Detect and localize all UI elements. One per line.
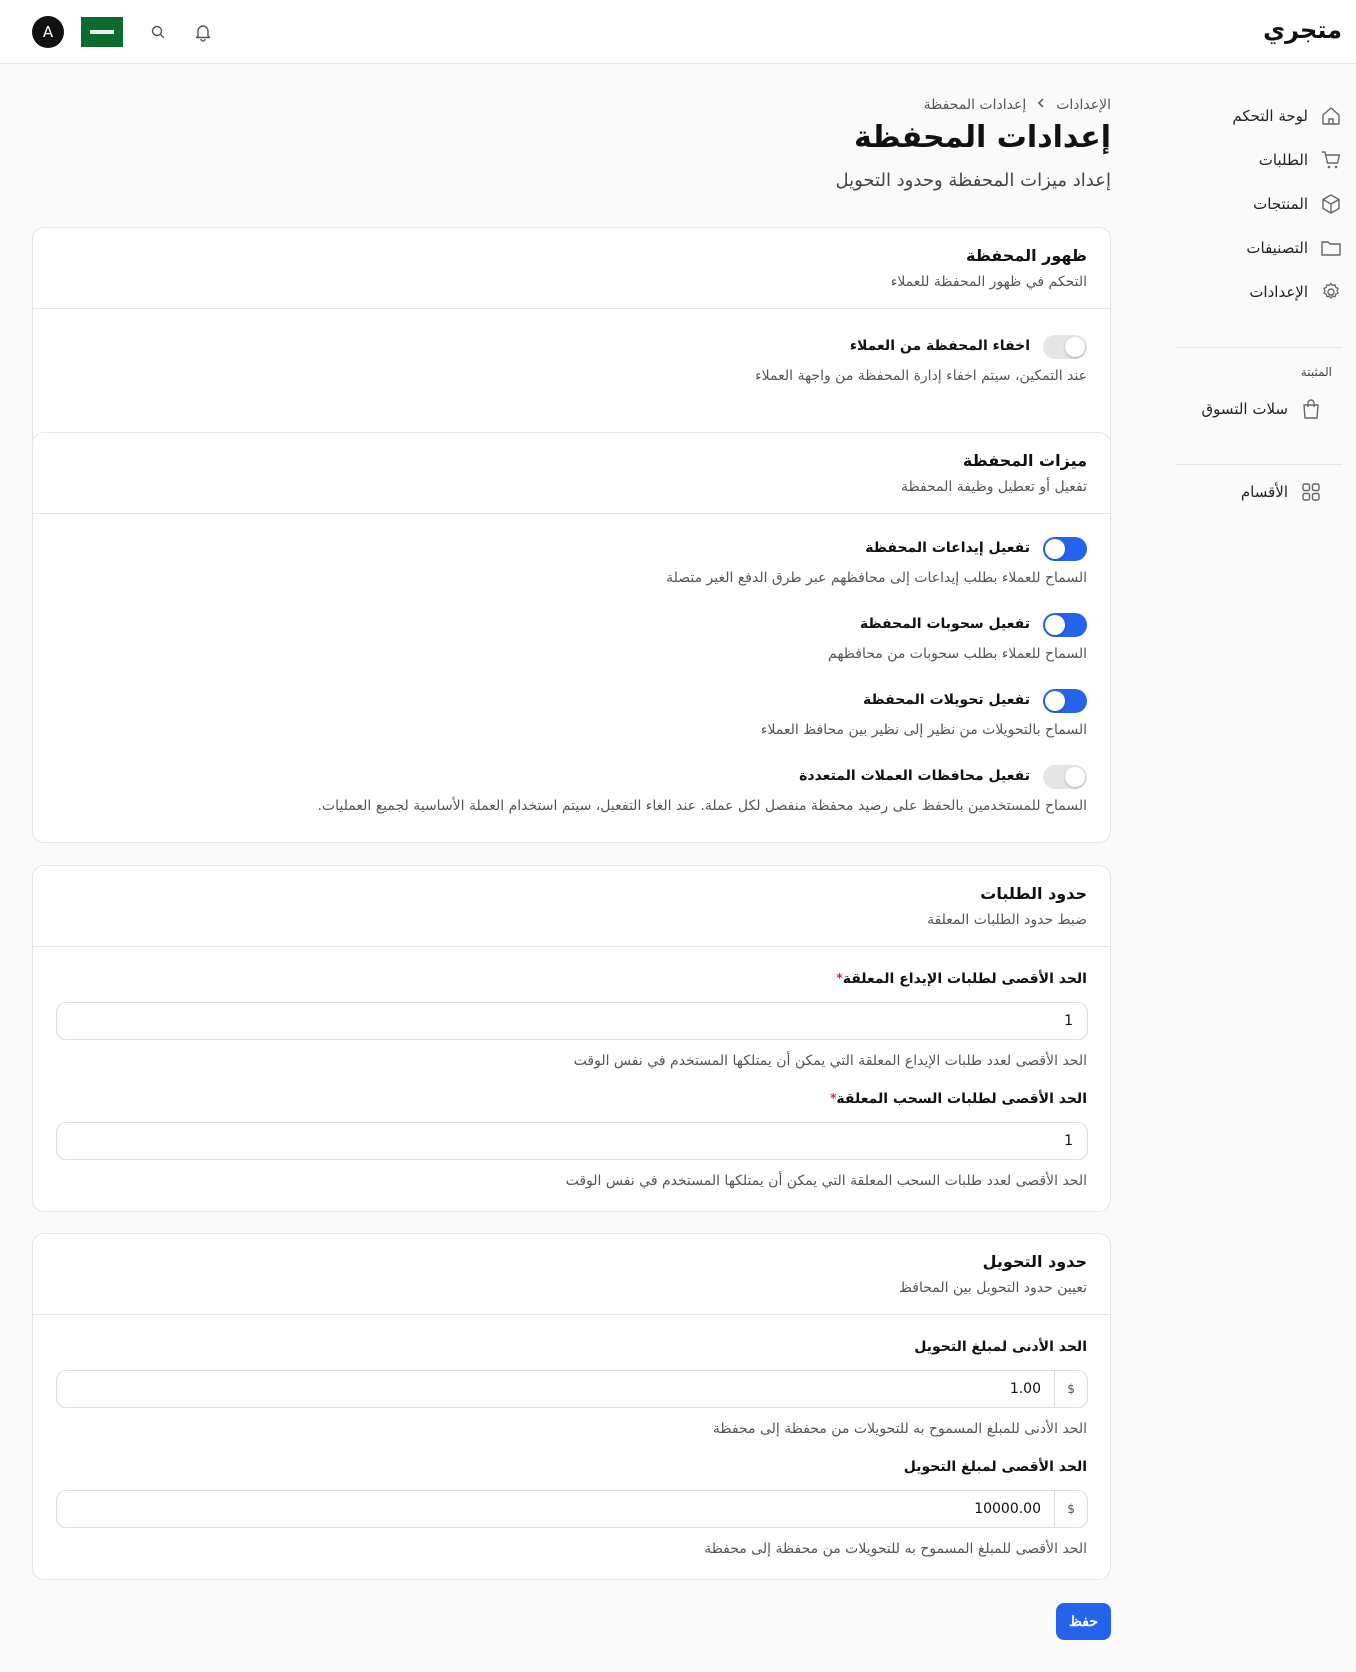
deposits-label: تفعيل إيداعات المحفظة: [865, 540, 1030, 556]
deposit-limit-help: الحد الأقصى لعدد طلبات الإيداع المعلقة ا…: [573, 1053, 1087, 1069]
card-title: ميزات المحفظة: [962, 451, 1087, 470]
withdrawals-desc: السماح للعملاء بطلب سحوبات من محافظهم: [828, 646, 1087, 662]
deposits-desc: السماح للعملاء بطلب إيداعات إلى محافظهم …: [666, 570, 1087, 586]
sidebar-item-shopping-carts[interactable]: سلات التسوق: [1176, 392, 1322, 426]
withdrawals-label: تفعيل سحوبات المحفظة: [859, 616, 1030, 632]
max-transfer-value: 10000.00: [974, 1501, 1041, 1517]
card-title: حدود الطلبات: [980, 884, 1087, 903]
sidebar: لوحة التحكم الطلبات المنتجات التصنيفات ا…: [1176, 64, 1342, 1672]
sidebar-item-categories[interactable]: التصنيفات: [1176, 231, 1342, 265]
folder-icon: [1320, 237, 1342, 259]
box-icon: [1320, 193, 1342, 215]
sidebar-item-label: الطلبات: [1258, 151, 1308, 169]
multi-currency-toggle[interactable]: [1043, 765, 1087, 789]
grid-icon: [1300, 481, 1322, 503]
sidebar-item-label: التصنيفات: [1246, 239, 1308, 257]
deposit-limit-label: الحد الأقصى لطلبات الإيداع المعلقة*: [836, 971, 1087, 987]
home-icon: [1320, 105, 1342, 127]
currency-prefix: $: [1054, 1371, 1087, 1407]
breadcrumb-parent[interactable]: الإعدادات: [1056, 97, 1111, 113]
sidebar-item-label: المنتجات: [1253, 195, 1308, 213]
max-transfer-input[interactable]: $ 10000.00: [56, 1490, 1088, 1528]
multi-currency-desc: السماح للمستخدمين بالحفظ على رصيد محفظة …: [317, 798, 1087, 814]
sidebar-item-label: لوحة التحكم: [1232, 107, 1308, 125]
card-title: حدود التحويل: [982, 1252, 1087, 1271]
transfers-toggle[interactable]: [1043, 689, 1087, 713]
multi-currency-label: تفعيل محافظات العملات المتعددة: [799, 768, 1030, 784]
hide-wallet-toggle[interactable]: [1043, 335, 1087, 359]
sidebar-item-label: الأقسام: [1240, 483, 1288, 501]
deposits-toggle[interactable]: [1043, 537, 1087, 561]
card-subtitle: تعيين حدود التحويل بين المحافظ: [898, 1280, 1087, 1296]
deposit-limit-value: 1: [1064, 1013, 1073, 1029]
withdraw-limit-value: 1: [1064, 1133, 1073, 1149]
sidebar-divider: [1176, 347, 1342, 348]
sidebar-item-label: سلات التسوق: [1201, 400, 1288, 418]
withdrawals-toggle[interactable]: [1043, 613, 1087, 637]
card-header: ميزات المحفظة تفعيل أو تعطيل وظيفة المحف…: [33, 433, 1110, 514]
card-subtitle: تفعيل أو تعطيل وظيفة المحفظة: [900, 479, 1087, 495]
sidebar-item-products[interactable]: المنتجات: [1176, 187, 1342, 221]
page-title: إعدادات المحفظة: [854, 120, 1111, 155]
breadcrumb-current: إعدادات المحفظة: [923, 97, 1027, 113]
sidebar-item-settings[interactable]: الإعدادات: [1176, 275, 1342, 309]
transfers-desc: السماح بالتحويلات من نظير إلى نظير بين م…: [760, 722, 1087, 738]
save-button[interactable]: حفظ: [1056, 1603, 1111, 1640]
max-transfer-label: الحد الأقصى لمبلغ التحويل: [903, 1459, 1087, 1475]
hide-wallet-label: اخفاء المحفظة من العملاء: [849, 338, 1030, 354]
sidebar-divider: [1176, 464, 1342, 465]
card-title: ظهور المحفظة: [966, 246, 1087, 265]
deposit-limit-input[interactable]: 1: [56, 1002, 1088, 1040]
transfers-label: تفعيل تحويلات المحفظة: [862, 692, 1030, 708]
card-header: حدود الطلبات ضبط حدود الطلبات المعلقة: [33, 866, 1110, 947]
pinned-heading: المثبتة: [1300, 365, 1332, 379]
chevron-left-icon: [1036, 97, 1046, 113]
gear-icon: [1320, 281, 1342, 303]
min-transfer-label: الحد الأدنى لمبلغ التحويل: [914, 1339, 1087, 1355]
currency-prefix: $: [1054, 1491, 1087, 1527]
card-header: ظهور المحفظة التحكم في ظهور المحفظة للعم…: [33, 228, 1110, 309]
sidebar-item-label: الإعدادات: [1249, 283, 1308, 301]
min-transfer-value: 1.00: [1009, 1381, 1041, 1397]
cart-icon: [1320, 149, 1342, 171]
wallet-features-card: ميزات المحفظة تفعيل أو تعطيل وظيفة المحف…: [32, 432, 1111, 843]
top-bar: متجري A: [0, 0, 1356, 64]
withdraw-limit-help: الحد الأقصى لعدد طلبات السحب المعلقة الت…: [565, 1173, 1087, 1189]
sidebar-item-orders[interactable]: الطلبات: [1176, 143, 1342, 177]
withdraw-limit-input[interactable]: 1: [56, 1122, 1088, 1160]
user-avatar[interactable]: A: [32, 16, 64, 48]
language-flag-icon[interactable]: [81, 17, 123, 47]
sidebar-item-dashboard[interactable]: لوحة التحكم: [1176, 99, 1342, 133]
sidebar-item-sections[interactable]: الأقسام: [1176, 475, 1322, 509]
withdraw-limit-label: الحد الأقصى لطلبات السحب المعلقة*: [830, 1091, 1087, 1107]
card-subtitle: التحكم في ظهور المحفظة للعملاء: [890, 274, 1087, 290]
brand-logo[interactable]: متجري: [1263, 16, 1342, 44]
hide-wallet-desc: عند التمكين، سيتم اخفاء إدارة المحفظة من…: [755, 368, 1087, 384]
min-transfer-input[interactable]: $ 1.00: [56, 1370, 1088, 1408]
transfer-limits-card: حدود التحويل تعيين حدود التحويل بين المح…: [32, 1233, 1111, 1580]
breadcrumb: الإعدادات إعدادات المحفظة: [924, 97, 1111, 113]
min-transfer-help: الحد الأدنى للمبلغ المسموح به للتحويلات …: [712, 1421, 1087, 1437]
max-transfer-help: الحد الأقصى للمبلغ المسموح به للتحويلات …: [704, 1541, 1087, 1557]
bell-icon[interactable]: [193, 22, 213, 42]
request-limits-card: حدود الطلبات ضبط حدود الطلبات المعلقة ال…: [32, 865, 1111, 1212]
card-subtitle: ضبط حدود الطلبات المعلقة: [927, 912, 1087, 928]
search-icon[interactable]: [148, 22, 168, 42]
shopping-bag-icon: [1300, 398, 1322, 420]
card-header: حدود التحويل تعيين حدود التحويل بين المح…: [33, 1234, 1110, 1315]
page-subtitle: إعداد ميزات المحفظة وحدود التحويل: [835, 170, 1111, 191]
